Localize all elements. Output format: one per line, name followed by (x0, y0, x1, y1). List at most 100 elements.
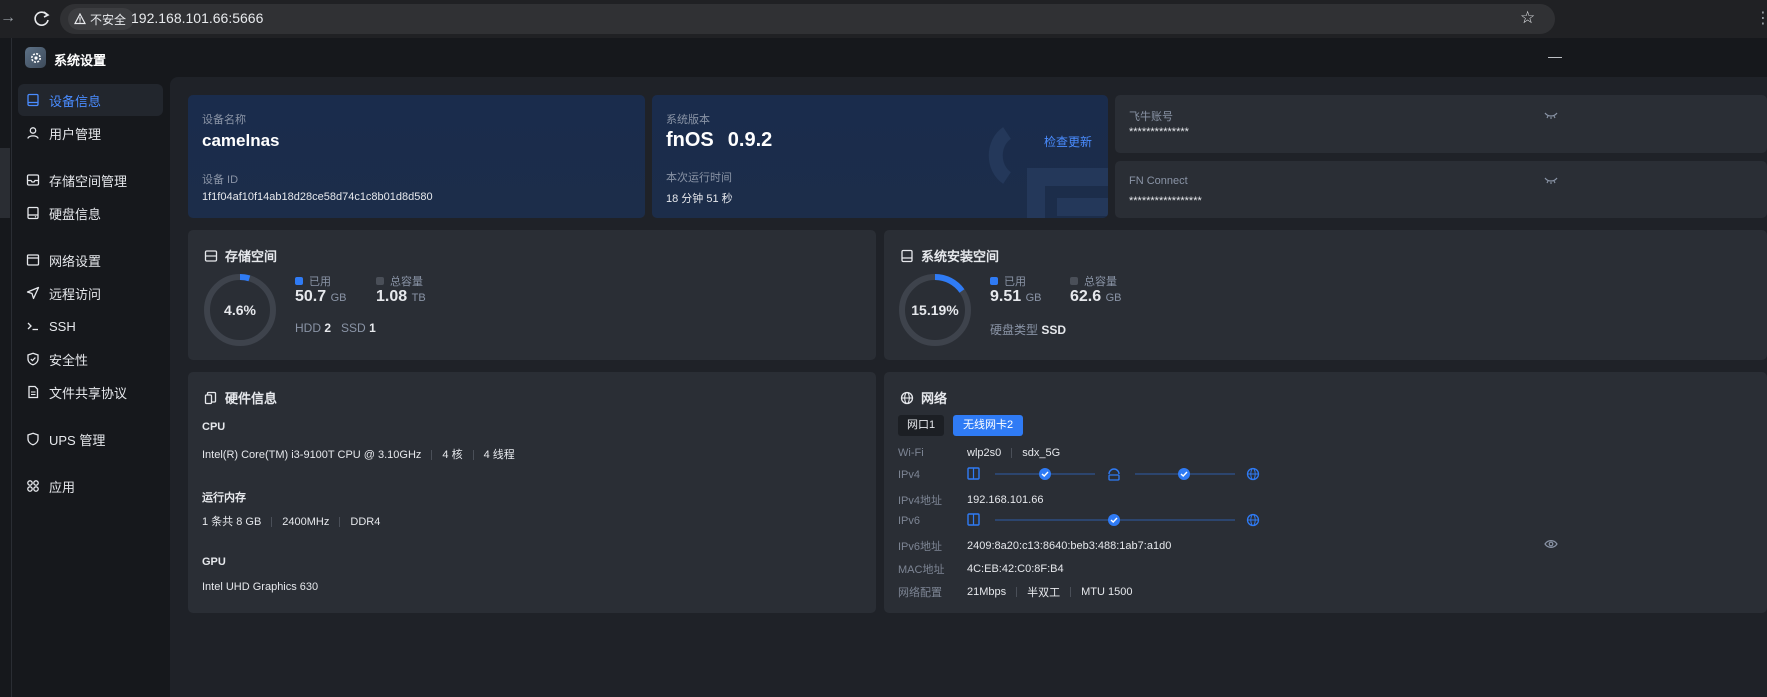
network-title-text: 网络 (921, 391, 948, 406)
insecure-badge[interactable]: 不安全 (68, 8, 135, 30)
ipv6-address-row: IPv6地址 2409:8a20:c13:8640:beb3:488:1ab7:… (898, 540, 1172, 553)
storage-percent: 4.6% (224, 302, 256, 318)
sidebar-item-disk[interactable]: 硬盘信息 (18, 197, 163, 229)
system-disk-total-value: 62.6 GB (1070, 288, 1122, 305)
system-disk-used-value: 9.51 GB (990, 288, 1042, 305)
device-id-label: 设备 ID (202, 174, 239, 186)
hardware-title-text: 硬件信息 (225, 391, 278, 406)
fnconnect-card: FN Connect ***************** (1115, 161, 1767, 218)
check-update-link[interactable]: 检查更新 (1044, 133, 1092, 150)
window-title: 系统设置 (54, 53, 107, 68)
sidebar-item-ups[interactable]: UPS 管理 (18, 423, 163, 455)
insecure-label: 不安全 (90, 12, 127, 27)
hardware-title: 硬件信息 (204, 388, 277, 407)
apps-icon (27, 480, 39, 492)
sidebar-item-label: 安全性 (49, 352, 89, 368)
wifi-row: Wi-Fi wlp2s0 sdx_5G (898, 447, 1061, 459)
ipv4-link-ok-icon (1039, 468, 1051, 480)
feiniu-value: ************** (1129, 126, 1189, 138)
storage-total-legend: 总容量 (376, 273, 423, 289)
mac-row: MAC地址 4C:EB:42:C0:8F:B4 (898, 563, 1064, 576)
system-disk-card: 系统安装空间 15.19% 已用 9.51 GB 总容量 62.6 GB 硬盘类… (884, 230, 1767, 360)
minimize-button[interactable]: — (1548, 48, 1562, 64)
system-disk-title-text: 系统安装空间 (921, 249, 1000, 264)
globe-icon (900, 391, 914, 404)
network-card: 网络 网口1 无线网卡2 Wi-Fi wlp2s0 sdx_5G IPv4 IP… (884, 372, 1767, 613)
ipv4-topology-diagram (967, 467, 1260, 481)
menu-icon[interactable]: ⋮ (1755, 8, 1767, 28)
ipv6-topology-diagram (967, 513, 1260, 527)
sidebar-item-security[interactable]: 安全性 (18, 343, 163, 375)
sidebar-item-label: 文件共享协议 (49, 385, 128, 401)
settings-gear-icon (25, 47, 46, 68)
hardware-card: 硬件信息 CPU Intel(R) Core(TM) i3-9100T CPU … (188, 372, 876, 613)
fnconnect-label: FN Connect (1129, 175, 1188, 187)
sidebar-item-label: UPS 管理 (49, 432, 106, 448)
reload-icon[interactable] (32, 9, 52, 29)
tab-wireless-2[interactable]: 无线网卡2 (953, 415, 1024, 436)
sidebar-item-file-share[interactable]: 文件共享协议 (18, 376, 163, 408)
system-disk-title: 系统安装空间 (900, 246, 999, 265)
device-name-label: 设备名称 (202, 114, 246, 126)
ipv6-link-ok-icon (1108, 514, 1120, 526)
sidebar-item-device-info[interactable]: 设备信息 (18, 84, 163, 116)
os-name: fnOS (666, 129, 714, 151)
tab-port-1[interactable]: 网口1 (898, 415, 945, 436)
eye-closed-icon[interactable] (1544, 176, 1558, 186)
disk-icon (901, 249, 913, 262)
sidebar-item-network[interactable]: 网络设置 (18, 244, 163, 276)
fnconnect-value: ***************** (1129, 195, 1202, 207)
file-share-icon (28, 385, 39, 399)
network-title: 网络 (900, 388, 947, 407)
router-node-icon (1108, 468, 1120, 475)
sidebar-item-label: SSH (49, 318, 76, 334)
url-text[interactable]: 192.168.101.66:5666 (131, 10, 263, 26)
sidebar-item-ssh[interactable]: SSH (18, 310, 163, 342)
sidebar-item-label: 应用 (49, 479, 76, 495)
user-icon (27, 127, 39, 139)
storage-used-value: 50.7 GB (295, 288, 347, 305)
sidebar-item-apps[interactable]: 应用 (18, 470, 163, 502)
ipv6-row: IPv6 (898, 515, 921, 527)
system-disk-type: 硬盘类型 SSD (990, 323, 1067, 337)
forward-icon[interactable]: → (0, 9, 16, 29)
gpu-label: GPU (202, 556, 226, 568)
eye-closed-icon[interactable] (1544, 111, 1558, 121)
feiniu-label: 飞牛账号 (1129, 111, 1173, 123)
sidebar-item-label: 用户管理 (49, 126, 102, 142)
system-disk-total-legend: 总容量 (1070, 273, 1117, 289)
network-icon (26, 254, 40, 266)
ipv4-internet-ok-icon (1178, 468, 1190, 480)
cpu-info: Intel(R) Core(TM) i3-9100T CPU @ 3.10GHz… (202, 449, 515, 461)
sidebar-item-users[interactable]: 用户管理 (18, 117, 163, 149)
remote-icon (26, 286, 40, 300)
sidebar-item-label: 远程访问 (49, 286, 102, 302)
sidebar-item-remote[interactable]: 远程访问 (18, 277, 163, 309)
storage-used-legend: 已用 (295, 273, 331, 289)
main-content: 设备名称 camelnas 设备 ID 1f1f04af10f14ab18d28… (170, 77, 1767, 697)
hardware-icon (204, 391, 217, 404)
storage-title: 存储空间 (204, 246, 277, 265)
settings-window: 系统设置 — 设备信息 用户管理 存储空间管理 硬盘信息 网络设置 远程访问 S… (12, 38, 1767, 697)
bookmark-star-icon[interactable]: ☆ (1520, 8, 1535, 28)
sidebar-item-label: 硬盘信息 (49, 206, 102, 222)
ssh-icon (27, 322, 38, 331)
eye-icon[interactable] (1544, 539, 1558, 549)
storage-title-text: 存储空间 (225, 249, 278, 264)
cpu-label: CPU (202, 421, 226, 433)
browser-toolbar: → 不安全 192.168.101.66:5666 ☆ ⋮ (0, 0, 1767, 38)
system-card: 系统版本 fnOS 0.9.2 检查更新 本次运行时间 18 分钟 51 秒 (652, 95, 1108, 218)
sidebar-item-storage[interactable]: 存储空间管理 (18, 164, 163, 196)
system-disk-percent: 15.19% (911, 302, 959, 318)
uptime-label: 本次运行时间 (666, 172, 732, 184)
warning-icon (74, 13, 86, 25)
sidebar-item-label: 存储空间管理 (49, 173, 128, 189)
feiniu-account-card: 飞牛账号 ************** (1115, 95, 1767, 153)
storage-disk-counts: HDD 2 SSD 1 (295, 321, 376, 335)
address-bar[interactable] (60, 4, 1555, 34)
ipv4-row: IPv4 (898, 469, 921, 481)
system-disk-used-legend: 已用 (990, 273, 1026, 289)
os-version: 0.9.2 (727, 129, 773, 151)
disk-icon (27, 206, 39, 220)
storage-total-value: 1.08 TB (376, 288, 426, 305)
